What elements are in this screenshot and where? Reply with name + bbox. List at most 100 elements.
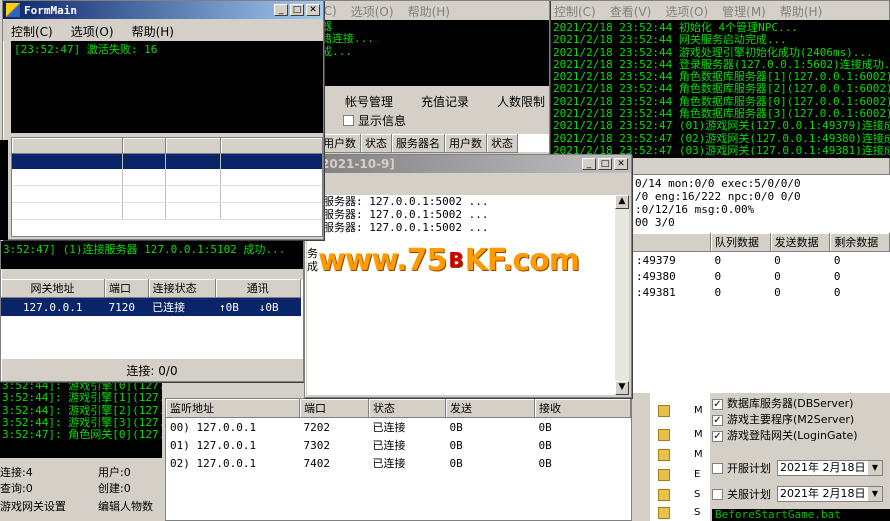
table-row[interactable]: :49379 0 0 0 — [632, 252, 890, 269]
grid-header[interactable] — [12, 138, 123, 154]
close-icon[interactable]: ✕ — [306, 4, 320, 16]
table-row[interactable] — [12, 203, 322, 220]
checkbox-checked[interactable]: ✓ — [712, 414, 723, 426]
menu-control[interactable]: 控制(C) — [554, 3, 596, 20]
gate-status-line: 3:52:47] (1)连接服务器 127.0.0.1:5102 成功... — [1, 241, 303, 269]
bg-engine-log: 3:52:44]: 游戏引擎[0](127.0 3:52:44]: 游戏引擎[1… — [0, 378, 162, 458]
maximize-icon[interactable]: □ — [598, 158, 612, 170]
window-title: FormMain — [24, 3, 77, 17]
vertical-scrollbar[interactable]: ▲ ▼ — [615, 195, 629, 395]
menu-help[interactable]: 帮助(H) — [132, 23, 174, 40]
menu-view[interactable]: 查看(V) — [610, 3, 652, 20]
menu-options[interactable]: 选项(O) — [665, 3, 708, 20]
table-row[interactable] — [12, 169, 322, 186]
form-main-titlebar[interactable]: FormMain _ □ ✕ — [3, 1, 323, 19]
tab-user-limit[interactable]: 人数限制 — [497, 93, 545, 111]
folder-label: M — [694, 429, 703, 440]
table-row[interactable] — [12, 186, 322, 203]
stats-line: /0 eng:16/222 npc:0/0 0/0 — [635, 190, 801, 203]
menu-manage[interactable]: 管理(M) — [722, 3, 766, 20]
log-line: 2021/2/18 23:52:44 角色数据库服务器[2](127.0.0.1… — [553, 82, 890, 96]
close-schedule-checkbox[interactable] — [712, 488, 723, 500]
gateway-queue-table: 队列数据 发送数据 剩余数据 :49379 0 0 0 :49380 0 0 0 :4938… — [632, 233, 890, 393]
tab-account-manage[interactable]: 帐号管理 — [345, 93, 393, 111]
folder-label: S — [694, 507, 701, 518]
table-row[interactable]: 00) 127.0.0.1 7202 已连接 0B 0B — [166, 418, 631, 437]
stats-line: 0/14 mon:0/0 exec:5/0/0/0 — [635, 177, 801, 190]
table-row[interactable]: 127.0.0.1 7120 已连接 ↑0B ↓0B — [1, 297, 301, 316]
folder-icon[interactable] — [658, 469, 670, 481]
col-remaining[interactable]: 剩余数据 — [829, 233, 890, 252]
game-server-window: 控制(C) 查看(V) 选项(O) 管理(M) 帮助(H) 2021/2/18 … — [545, 0, 890, 175]
scroll-down-icon[interactable]: ▼ — [615, 381, 629, 395]
log-line: 2021/2/18 23:52:47 (01)游戏网关(127.0.0.1:49… — [553, 119, 890, 133]
col-sent[interactable]: 发送数据 — [770, 233, 831, 252]
chevron-down-icon[interactable]: ▼ — [868, 487, 882, 501]
folder-icon[interactable] — [658, 489, 670, 501]
table-row[interactable]: 01) 127.0.0.1 7302 已连接 0B 0B — [166, 436, 631, 454]
close-schedule-row: 关服计划 2021年 2月18日 ▼ — [712, 485, 890, 503]
menu-options[interactable]: 选项(O) — [71, 23, 114, 40]
open-date-picker[interactable]: 2021年 2月18日 ▼ — [777, 460, 883, 476]
col-port[interactable] — [632, 233, 711, 252]
tab-recharge-log[interactable]: 充值记录 — [421, 93, 469, 111]
log-line: 2021/2/18 23:52:44 网关服务启动完成... — [553, 33, 787, 47]
grid-header[interactable] — [123, 138, 166, 154]
table-row[interactable]: :49381 0 0 0 — [632, 284, 890, 300]
checkbox-checked[interactable]: ✓ — [712, 430, 723, 442]
open-schedule-checkbox[interactable] — [712, 462, 723, 474]
col-queue[interactable]: 队列数据 — [710, 233, 771, 252]
db-log-fragment: 务 成 — [307, 247, 318, 273]
gate-table: 网关地址 端口 连接状态 通讯 127.0.0.1 7120 已连接 ↑0B ↓… — [1, 279, 303, 359]
grid-header[interactable] — [166, 138, 221, 154]
show-info-row: 显示信息 — [343, 112, 406, 129]
login-tabs: 帐号管理 充值记录 人数限制 — [345, 93, 549, 111]
check-dbserver[interactable]: ✓ 数据库服务器(DBServer) — [712, 396, 890, 412]
folder-icon[interactable] — [658, 449, 670, 461]
checkbox-checked[interactable]: ✓ — [712, 398, 723, 410]
folder-icon[interactable] — [658, 507, 670, 519]
table-row[interactable]: :49380 0 0 0 — [632, 268, 890, 284]
minimize-icon[interactable]: _ — [274, 4, 288, 16]
login-gate-window: 3:52:47] (1)连接服务器 127.0.0.1:5102 成功... 网… — [0, 238, 304, 382]
folder-label: M — [694, 449, 703, 460]
show-info-checkbox[interactable] — [343, 115, 354, 126]
login-server-window: (C) 选项(O) 帮助(H) 器 籍连接... 成... 帐号管理 充值记录 … — [318, 0, 550, 160]
close-icon[interactable]: ✕ — [614, 158, 628, 170]
check-logingate[interactable]: ✓ 游戏登陆网关(LoginGate) — [712, 428, 890, 444]
grid-header[interactable] — [221, 138, 322, 154]
server-list-header: 用户数 状态 服务器名 用户数 状态 — [319, 134, 549, 153]
bg-console-strip — [0, 140, 8, 240]
stats-line: :0/12/16 msg:0.00% — [635, 203, 755, 216]
check-m2server[interactable]: ✓ 游戏主要程序(M2Server) — [712, 412, 890, 428]
gate-settings-button[interactable]: 游戏网关设置 — [0, 498, 66, 514]
form-main-window: FormMain _ □ ✕ 控制(C) 选项(O) 帮助(H) [23:52:… — [2, 0, 324, 240]
table-row[interactable] — [12, 154, 322, 169]
game-server-log: 2021/2/18 23:52:44 初始化 4个管理NPC... 2021/2… — [550, 20, 890, 158]
folder-icon[interactable] — [658, 429, 670, 441]
menu-control[interactable]: 控制(C) — [11, 23, 53, 40]
form-main-menu: 控制(C) 选项(O) 帮助(H) — [3, 21, 323, 41]
bg-stats: 连接:4 用户:0 查询:0 创建:0 游戏网关设置 编辑人物数 — [0, 466, 153, 514]
chevron-down-icon[interactable]: ▼ — [868, 461, 882, 475]
menu-help[interactable]: 帮助(H) — [780, 3, 822, 20]
db-log-area: 服务器: 127.0.0.1:5002 ... 服务器: 127.0.0.1:5… — [307, 195, 629, 395]
game-server-menu: 控制(C) 查看(V) 选项(O) 管理(M) 帮助(H) — [546, 1, 889, 21]
server-checkboxes: ✓ 数据库服务器(DBServer) ✓ 游戏主要程序(M2Server) ✓ 游戏登… — [712, 396, 890, 444]
table-row[interactable]: 02) 127.0.0.1 7402 已连接 0B 0B — [166, 454, 631, 472]
gate-footer: 连接: 0/0 — [126, 364, 178, 378]
folder-icon[interactable] — [658, 405, 670, 417]
scroll-up-icon[interactable]: ▲ — [615, 195, 629, 209]
open-schedule-row: 开服计划 2021年 2月18日 ▼ — [712, 459, 890, 477]
form-main-log: [23:52:47] 激活失败: 16 — [11, 41, 323, 133]
folder-label: S — [694, 489, 701, 500]
minimize-icon[interactable]: _ — [582, 158, 596, 170]
close-date-picker[interactable]: 2021年 2月18日 ▼ — [777, 486, 883, 502]
maximize-icon[interactable]: □ — [290, 4, 304, 16]
show-info-label: 显示信息 — [358, 114, 407, 128]
edit-player-button[interactable]: 编辑人物数 — [98, 498, 153, 514]
db-server-titlebar[interactable]: 2021-10-9] _ □ ✕ — [305, 155, 631, 173]
site-watermark: www.75 B KF.com — [318, 242, 580, 278]
form-main-grid — [11, 137, 323, 237]
login-server-menu: (C) 选项(O) 帮助(H) — [319, 1, 549, 21]
